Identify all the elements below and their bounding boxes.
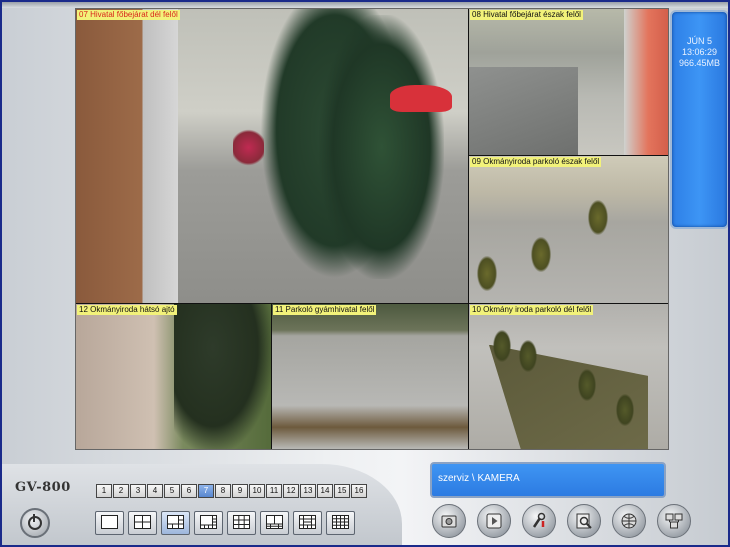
camera-label-11: 11 Parkoló gyámhivatal felől bbox=[273, 305, 377, 315]
layout-13-icon bbox=[299, 515, 316, 529]
tool-buttons bbox=[432, 504, 702, 538]
layout-10-icon bbox=[266, 515, 283, 529]
camera-button-8[interactable]: 8 bbox=[215, 484, 231, 498]
tools-button[interactable] bbox=[522, 504, 556, 538]
layout-16-icon bbox=[332, 515, 349, 529]
camera-label-07: 07 Hivatal főbejárat dél felől bbox=[77, 10, 180, 20]
camera-label-08: 08 Hivatal főbejárat észak felől bbox=[470, 10, 583, 20]
layout-2x2-icon bbox=[134, 515, 151, 529]
power-icon bbox=[28, 514, 42, 530]
status-date: JÚN 5 bbox=[686, 36, 712, 46]
path-display-text: szerviz \ KAMERA bbox=[438, 473, 520, 484]
status-panel: JÚN 5 13:06:29 966.45MB bbox=[670, 10, 728, 229]
video-analysis-button[interactable] bbox=[567, 504, 601, 538]
camera-button-16[interactable]: 16 bbox=[351, 484, 367, 498]
layout-selector bbox=[95, 511, 359, 535]
camera-view-11[interactable]: 11 Parkoló gyámhivatal felől bbox=[272, 304, 468, 449]
camera-button-5[interactable]: 5 bbox=[164, 484, 180, 498]
camera-label-09: 09 Okmányiroda parkoló észak felől bbox=[470, 157, 602, 167]
camera-config-button[interactable] bbox=[657, 504, 691, 538]
camera-button-6[interactable]: 6 bbox=[181, 484, 197, 498]
layout-2x2-button[interactable] bbox=[128, 511, 157, 535]
camera-button-13[interactable]: 13 bbox=[300, 484, 316, 498]
camera-search-button[interactable] bbox=[432, 504, 466, 538]
camera-view-07[interactable]: 07 Hivatal főbejárat dél felől bbox=[76, 9, 468, 303]
camera-config-icon bbox=[665, 513, 683, 529]
playback-button[interactable] bbox=[477, 504, 511, 538]
camera-mosaic: 07 Hivatal főbejárat dél felől 08 Hivata… bbox=[75, 8, 669, 450]
layout-10-button[interactable] bbox=[260, 511, 289, 535]
car-image bbox=[389, 85, 453, 112]
layout-6-button[interactable] bbox=[161, 511, 190, 535]
status-time: 13:06:29 bbox=[681, 47, 718, 57]
camera-button-7[interactable]: 7 bbox=[198, 484, 214, 498]
layout-16-button[interactable] bbox=[326, 511, 355, 535]
video-analysis-icon bbox=[576, 513, 592, 529]
camera-label-10: 10 Okmány iroda parkoló dél felől bbox=[470, 305, 594, 315]
layout-8-button[interactable] bbox=[194, 511, 223, 535]
layout-6-icon bbox=[167, 515, 184, 529]
tools-icon bbox=[532, 512, 546, 528]
layout-13-button[interactable] bbox=[293, 511, 322, 535]
camera-button-12[interactable]: 12 bbox=[283, 484, 299, 498]
camera-button-15[interactable]: 15 bbox=[334, 484, 350, 498]
camera-button-14[interactable]: 14 bbox=[317, 484, 333, 498]
camera-view-09[interactable]: 09 Okmányiroda parkoló észak felől bbox=[469, 156, 668, 303]
app-logo: GV-800 bbox=[15, 480, 71, 495]
status-storage: 966.45MB bbox=[678, 58, 721, 68]
camera-label-12: 12 Okmányiroda hátsó ajtó bbox=[77, 305, 177, 315]
layout-8-icon bbox=[200, 515, 217, 529]
layout-1x1-icon bbox=[101, 515, 118, 529]
camera-search-icon bbox=[441, 515, 457, 528]
camera-selector: 1 2 3 4 5 6 7 8 9 10 11 12 13 14 15 16 bbox=[96, 484, 368, 498]
camera-view-12[interactable]: 12 Okmányiroda hátsó ajtó bbox=[76, 304, 271, 449]
network-button[interactable] bbox=[612, 504, 646, 538]
camera-button-2[interactable]: 2 bbox=[113, 484, 129, 498]
path-display: szerviz \ KAMERA bbox=[430, 462, 666, 498]
camera-button-1[interactable]: 1 bbox=[96, 484, 112, 498]
playback-icon bbox=[486, 513, 502, 529]
camera-view-10[interactable]: 10 Okmány iroda parkoló dél felől bbox=[469, 304, 668, 449]
camera-button-4[interactable]: 4 bbox=[147, 484, 163, 498]
camera-button-9[interactable]: 9 bbox=[232, 484, 248, 498]
layout-1x1-button[interactable] bbox=[95, 511, 124, 535]
camera-button-10[interactable]: 10 bbox=[249, 484, 265, 498]
network-icon bbox=[621, 513, 637, 529]
main-window: 07 Hivatal főbejárat dél felől 08 Hivata… bbox=[0, 0, 730, 547]
power-button[interactable] bbox=[20, 508, 50, 538]
camera-button-11[interactable]: 11 bbox=[266, 484, 282, 498]
layout-9-button[interactable] bbox=[227, 511, 256, 535]
layout-9-icon bbox=[233, 515, 250, 529]
camera-view-08[interactable]: 08 Hivatal főbejárat észak felől bbox=[469, 9, 668, 155]
camera-button-3[interactable]: 3 bbox=[130, 484, 146, 498]
